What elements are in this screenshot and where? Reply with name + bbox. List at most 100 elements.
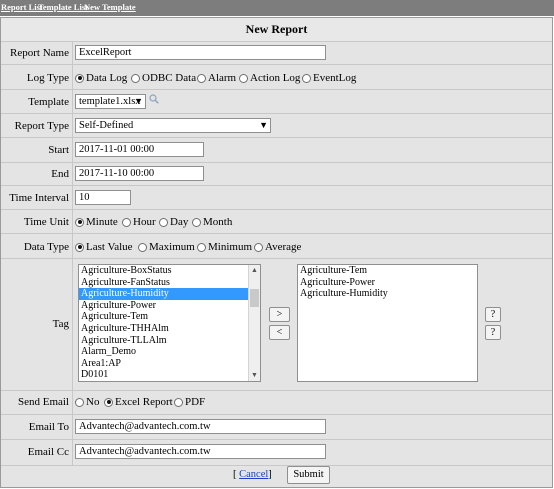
available-tags-listbox[interactable]: Agriculture-BoxStatus Agriculture-FanSta… [78,264,261,382]
send-email-no-radio[interactable]: No [75,396,99,408]
report-name-input[interactable] [75,45,326,60]
search-icon[interactable] [149,94,159,104]
cancel-link-wrapper: [ Cancel] [233,469,272,480]
chevron-down-icon: ▼ [259,120,268,130]
radio-label: Alarm [208,72,237,84]
radio-indicator [174,397,183,407]
radio-label: Last Value [86,241,133,253]
time-interval-input[interactable] [75,190,131,205]
radio-label: No [86,396,100,408]
radio-label: Minute [86,216,118,228]
cancel-link[interactable]: Cancel [239,469,268,480]
log-type-odbc-radio[interactable]: ODBC Data [131,72,196,84]
radio-indicator [197,242,206,252]
radio-selected-indicator [75,242,84,252]
send-email-label: Send Email [17,396,69,408]
radio-label: Data Log [86,72,128,84]
end-label: End [51,168,69,180]
tag-help-button[interactable]: ? [485,307,501,322]
row-divider [1,113,552,114]
nav-new-template-link[interactable]: New Template [84,2,136,12]
list-item[interactable]: Agriculture-TLLAlm [79,335,260,347]
row-divider [1,414,552,415]
nav-template-list-link[interactable]: Template List [38,2,88,12]
data-type-label: Data Type [23,241,69,253]
radio-label: Action Log [250,72,301,84]
scroll-up-icon[interactable]: ▲ [249,265,260,276]
submit-button[interactable]: Submit [287,466,330,484]
data-type-minimum-radio[interactable]: Minimum [197,241,252,253]
add-tag-button[interactable]: > [269,307,290,322]
list-item[interactable]: Agriculture-Power [298,277,477,289]
list-item[interactable]: Alarm_Demo [79,346,260,358]
start-label: Start [48,144,69,156]
time-unit-hour-radio[interactable]: Hour [122,216,156,228]
list-item[interactable]: Agriculture-FanStatus [79,277,260,289]
list-item[interactable]: Area1:AP [79,358,260,370]
selected-tags-listbox[interactable]: Agriculture-Tem Agriculture-Power Agricu… [297,264,478,382]
list-item[interactable]: Agriculture-Tem [79,311,260,323]
email-to-input[interactable] [75,419,326,434]
radio-selected-indicator [75,217,84,227]
send-email-excel-radio[interactable]: Excel Report [104,396,173,408]
log-type-action-log-radio[interactable]: Action Log [239,72,300,84]
row-divider [1,439,552,440]
radio-indicator [122,217,131,227]
row-divider [1,390,552,391]
radio-label: ODBC Data [142,72,197,84]
time-unit-month-radio[interactable]: Month [192,216,232,228]
start-datetime-input[interactable] [75,142,204,157]
radio-indicator [138,242,147,252]
data-type-maximum-radio[interactable]: Maximum [138,241,195,253]
email-to-label: Email To [28,421,69,433]
scrollbar-thumb[interactable] [250,289,259,307]
radio-indicator [159,217,168,227]
report-type-select[interactable]: Self-Defined ▼ [75,118,271,133]
row-divider [1,41,552,42]
radio-indicator [75,397,84,407]
row-divider [1,162,552,163]
remove-tag-button[interactable]: < [269,325,290,340]
email-cc-label: Email Cc [27,446,69,458]
email-cc-input[interactable] [75,444,326,459]
data-type-average-radio[interactable]: Average [254,241,301,253]
report-name-label: Report Name [10,47,69,59]
page-title: New Report [1,18,552,41]
row-divider [1,465,552,466]
label-column-divider [72,41,73,465]
list-item[interactable]: Agriculture-THHAlm [79,323,260,335]
radio-indicator [302,73,311,83]
radio-label: Day [170,216,189,228]
scrollbar[interactable]: ▲ ▼ [248,265,260,381]
time-unit-day-radio[interactable]: Day [159,216,188,228]
log-type-data-log-radio[interactable]: Data Log [75,72,127,84]
list-item-selected[interactable]: Agriculture-Humidity [79,288,260,300]
data-type-last-value-radio[interactable]: Last Value [75,241,133,253]
list-item[interactable]: Agriculture-Tem [298,265,477,277]
row-divider [1,64,552,65]
chevron-down-icon: ▼ [134,96,143,106]
radio-indicator [131,73,140,83]
radio-indicator [239,73,248,83]
radio-indicator [192,217,201,227]
scroll-down-icon[interactable]: ▼ [249,370,260,381]
template-select[interactable]: template1.xlsx ▼ [75,94,146,109]
end-datetime-input[interactable] [75,166,204,181]
tag-help-button-2[interactable]: ? [485,325,501,340]
nav-report-list-link[interactable]: Report List [1,2,43,12]
row-divider [1,258,552,259]
top-nav: Report List Template List New Template [0,0,554,16]
list-item[interactable]: Agriculture-Power [79,300,260,312]
time-unit-minute-radio[interactable]: Minute [75,216,118,228]
template-select-value: template1.xlsx [79,96,141,107]
send-email-pdf-radio[interactable]: PDF [174,396,205,408]
log-type-eventlog-radio[interactable]: EventLog [302,72,356,84]
time-unit-label: Time Unit [23,216,69,228]
radio-selected-indicator [75,73,84,83]
row-divider [1,89,552,90]
list-item[interactable]: Agriculture-BoxStatus [79,265,260,277]
log-type-alarm-radio[interactable]: Alarm [197,72,236,84]
radio-label: Excel Report [115,396,173,408]
list-item[interactable]: Agriculture-Humidity [298,288,477,300]
list-item[interactable]: D0101 [79,369,260,381]
